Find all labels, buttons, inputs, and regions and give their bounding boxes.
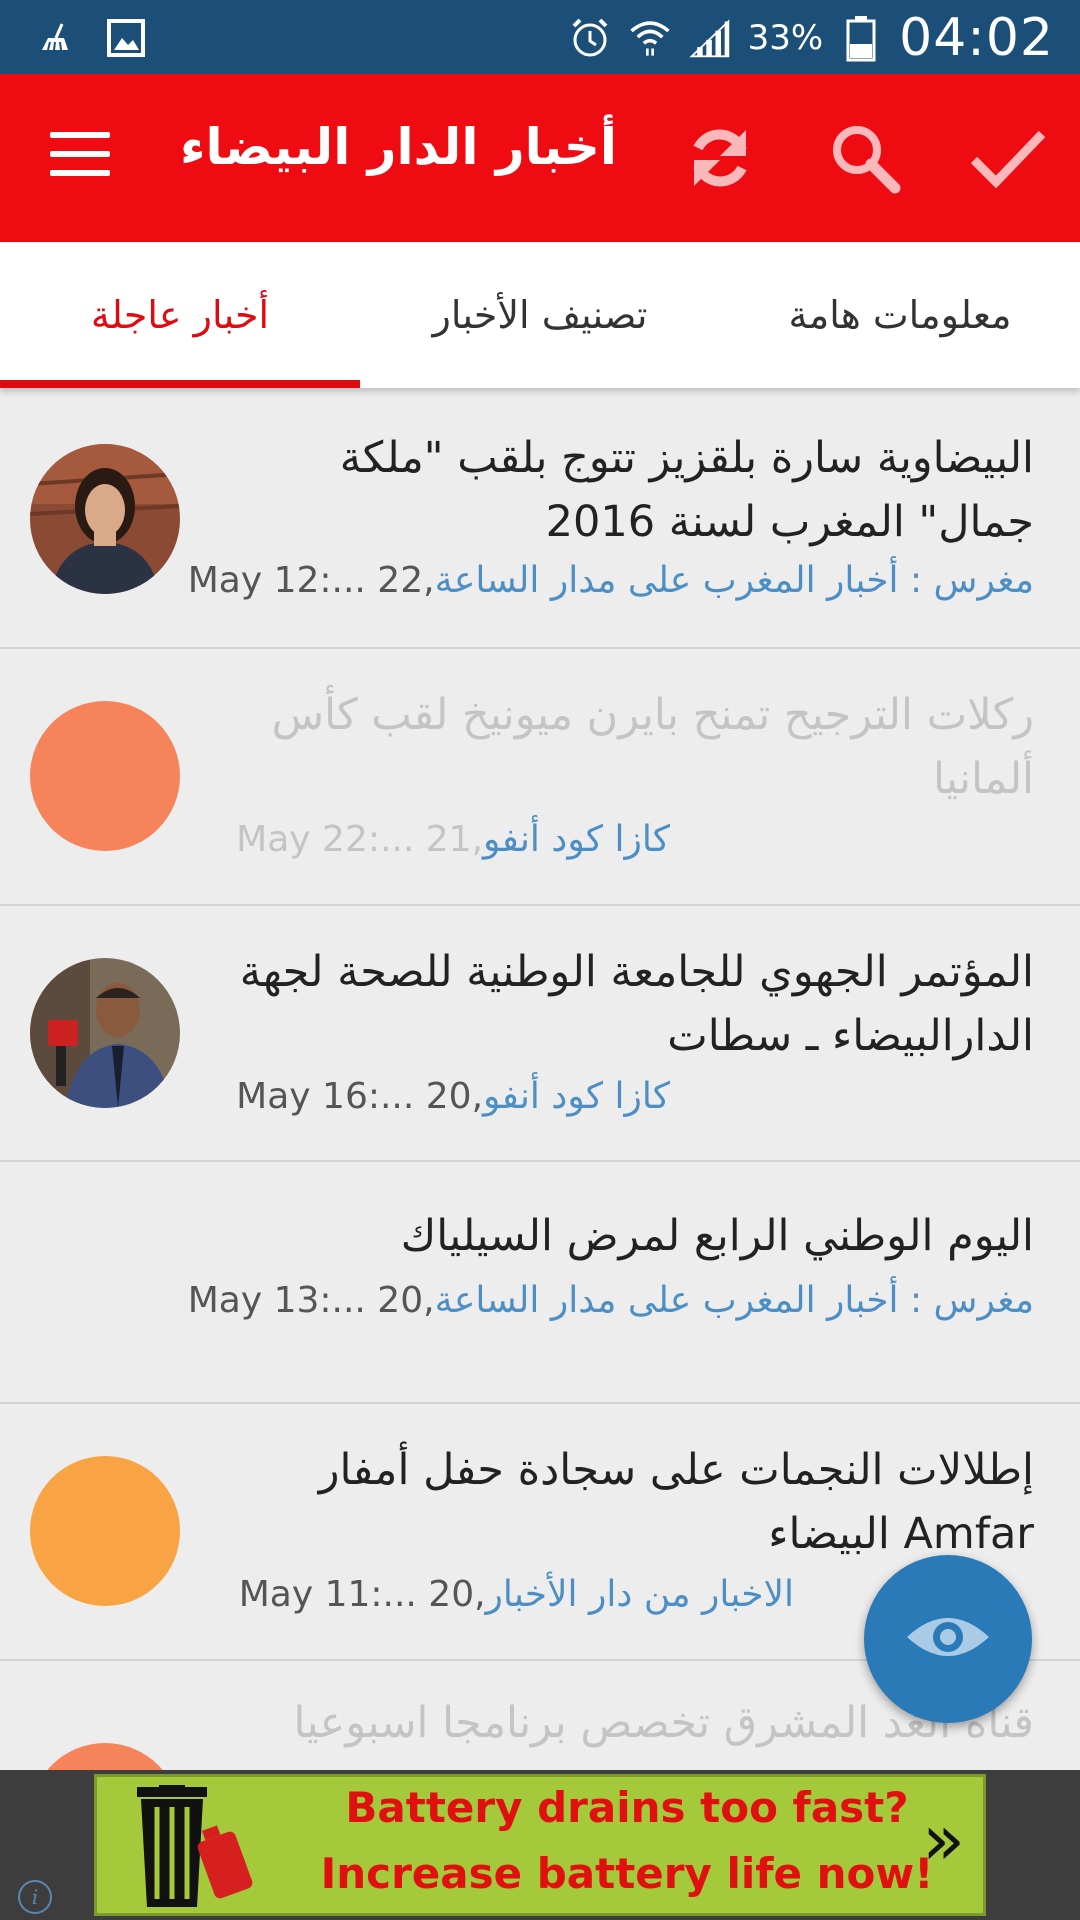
ad-banner[interactable]: Battery drains too fast? Increase batter… [94,1774,986,1916]
news-title: البيضاوية سارة بلقزيز تتوج بلقب "ملكة جم… [339,433,1034,547]
news-title: اليوم الوطني الرابع لمرض السيلياك [400,1211,1034,1261]
news-title: المؤتمر الجهوي للجامعة الوطنية للصحة لجه… [239,947,1034,1061]
news-source[interactable]: كازا كود أنفو [483,1076,670,1117]
news-source[interactable]: مغرس : أخبار المغرب على مدار الساعة [435,1280,1034,1321]
tab-important-info[interactable]: معلومات هامة [720,242,1080,388]
avatar [30,701,180,851]
news-date: May 22:... 21 [236,819,472,860]
meta-separator: , [471,1076,484,1117]
ad-headline: Battery drains too fast? [345,1783,909,1832]
trash-battery-icon [127,1785,277,1914]
alarm-icon [568,16,612,60]
news-date: May 16:... 20 [236,1076,472,1117]
news-title: ركلات الترجيح تمنح بايرن ميونيخ لقب كأس … [271,690,1034,804]
news-item[interactable]: البيضاوية سارة بلقزيز تتوج بلقب "ملكة جم… [0,392,1080,649]
news-source[interactable]: كازا كود أنفو [483,819,670,860]
news-source[interactable]: مغرس : أخبار المغرب على مدار الساعة [435,560,1034,601]
menu-icon[interactable] [50,132,110,178]
active-tab-indicator [0,380,360,388]
image-icon [104,16,148,60]
battery-icon [839,16,883,62]
avatar [30,1743,180,1770]
news-item[interactable]: ركلات الترجيح تمنح بايرن ميونيخ لقب كأس … [0,649,1080,906]
news-meta: May 16:... 20, كازا كود أنفو [236,1076,670,1117]
news-source[interactable]: الاخبار من دار الأخبار [486,1574,794,1615]
news-meta: May 22:... 21, كازا كود أنفو [236,819,670,860]
avatar [30,1456,180,1606]
news-item[interactable]: اليوم الوطني الرابع لمرض السيلياك May 13… [0,1162,1080,1404]
news-date: May 12:... 22 [187,560,424,601]
tab-breaking-news[interactable]: أخبار عاجلة [0,242,360,388]
ad-info-icon[interactable]: i [18,1880,52,1914]
cleaner-icon [34,16,78,60]
app-bar: أخبار الدار البيضاء [0,74,1080,242]
meta-separator: , [423,1280,435,1321]
news-date: May 13:... 20 [187,1280,424,1321]
news-date: May 11:... 20 [238,1574,475,1615]
ad-arrow: » [922,1799,965,1881]
clock: 04:02 [899,8,1054,68]
news-meta: May 11:... 20, الاخبار من دار الأخبار [239,1574,794,1615]
signal-icon [688,16,732,60]
avatar [30,958,180,1108]
avatar [30,444,180,594]
tab-bar: أخبار عاجلة تصنيف الأخبار معلومات هامة [0,242,1080,388]
news-meta: May 13:... 20, مغرس : أخبار المغرب على م… [188,1280,1034,1321]
view-fab[interactable] [864,1555,1032,1723]
tab-news-categories[interactable]: تصنيف الأخبار [360,242,720,388]
ad-area: Battery drains too fast? Increase batter… [0,1770,1080,1920]
news-item[interactable]: المؤتمر الجهوي للجامعة الوطنية للصحة لجه… [0,906,1080,1162]
wifi-icon [628,16,672,60]
battery-percent: 33% [747,18,824,58]
search-icon[interactable] [825,118,905,198]
refresh-icon[interactable] [680,118,760,198]
news-meta: May 12:... 22, مغرس : أخبار المغرب على م… [188,560,1034,601]
eye-icon [903,1607,993,1671]
news-title: إطلالات النجمات على سجادة حفل أمفار Amfa… [318,1445,1034,1559]
meta-separator: , [474,1574,486,1615]
ad-subline: Increase battery life now! [320,1849,934,1898]
meta-separator: , [423,560,435,601]
status-bar: 33% 04:02 [0,0,1080,74]
check-icon[interactable] [968,118,1048,198]
meta-separator: , [471,819,484,860]
app-title: أخبار الدار البيضاء [180,118,618,176]
